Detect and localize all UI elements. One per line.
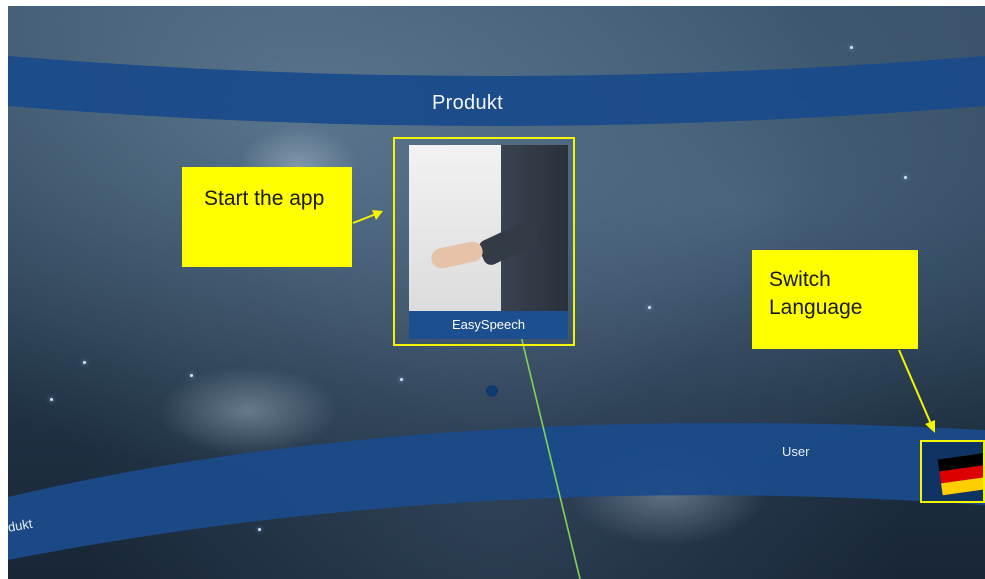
callout-start-app: Start the app bbox=[182, 167, 352, 267]
cursor-dot bbox=[486, 385, 498, 397]
user-tab-label[interactable]: User bbox=[782, 444, 809, 459]
app-caption: EasySpeech bbox=[409, 311, 568, 339]
top-band-title: Produkt bbox=[432, 92, 504, 114]
app-thumbnail-image bbox=[409, 145, 568, 311]
language-switch-button[interactable] bbox=[920, 440, 985, 503]
callout-switch-language: Switch Language bbox=[752, 250, 918, 349]
hand-figure bbox=[429, 239, 485, 271]
vr-launcher-screen: Produkt User dukt EasySpeech Start the a… bbox=[0, 0, 985, 579]
germany-flag-icon bbox=[937, 452, 983, 496]
easyspeech-app-tile[interactable]: EasySpeech bbox=[409, 145, 568, 339]
